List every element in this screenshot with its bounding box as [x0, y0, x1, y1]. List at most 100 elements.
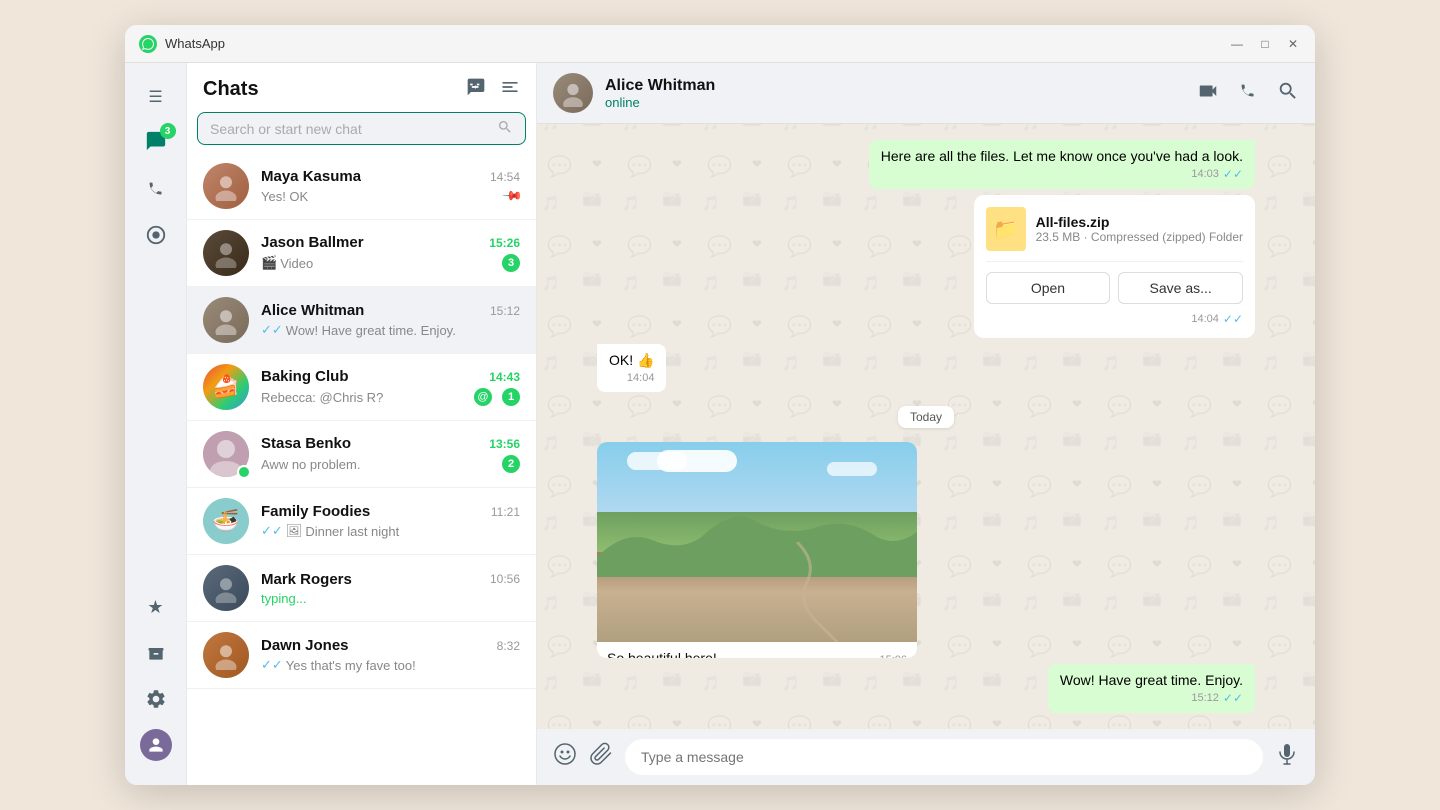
nav-item-status[interactable] — [136, 215, 176, 255]
window-controls: — □ ✕ — [1229, 36, 1301, 52]
chat-item-dawn[interactable]: Dawn Jones 8:32 ✓✓ Yes that's my fave to… — [187, 622, 536, 689]
emoji-button[interactable] — [553, 742, 577, 772]
chat-preview-maya: Yes! OK — [261, 189, 504, 204]
chat-name-family: Family Foodies — [261, 503, 370, 520]
msg-time-final: 15:12 — [1191, 692, 1219, 704]
message-text-final: Wow! Have great time. Enjoy. — [1060, 672, 1243, 688]
chat-list-header: Chats — [187, 63, 536, 112]
search-icon — [497, 119, 513, 138]
nav-item-starred[interactable]: ★ — [136, 587, 176, 627]
avatar-baking: 🍰 — [203, 364, 249, 410]
photo-message: So beautiful here! 15:06 ❤️ — [597, 442, 917, 658]
chat-name-alice: Alice Whitman — [261, 302, 364, 319]
file-msg-ticks: ✓✓ — [1223, 312, 1243, 326]
chat-header: Alice Whitman online — [537, 63, 1315, 124]
file-name: All-files.zip — [1036, 214, 1243, 230]
chat-item-maya[interactable]: Maya Kasuma 14:54 Yes! OK 📌 — [187, 153, 536, 220]
search-bar[interactable] — [197, 112, 526, 145]
chat-header-avatar[interactable] — [553, 73, 593, 113]
minimize-button[interactable]: — — [1229, 36, 1245, 52]
search-input[interactable] — [210, 121, 497, 137]
chat-item-jason[interactable]: Jason Ballmer 15:26 🎬 Video 3 — [187, 220, 536, 287]
chat-preview-family: ✓✓ 🖼 Dinner last night — [261, 523, 520, 539]
zip-file-icon: 📁 — [986, 207, 1026, 251]
chat-header-info: Alice Whitman online — [605, 77, 1197, 110]
chat-preview-jason: 🎬 Video — [261, 255, 496, 271]
unread-badge-stasa: 2 — [502, 455, 520, 473]
message-ok: OK! 👍 14:04 — [597, 344, 666, 392]
nav-item-menu[interactable]: ☰ — [136, 77, 176, 117]
chat-time-stasa: 13:56 — [489, 437, 520, 451]
nav-item-chats[interactable]: 3 — [136, 123, 176, 163]
chat-name-stasa: Stasa Benko — [261, 435, 351, 452]
chat-preview-text-stasa: Aww no problem. — [261, 457, 360, 472]
chat-time-dawn: 8:32 — [497, 639, 520, 653]
file-meta: 23.5 MB · Compressed (zipped) Folder — [1036, 230, 1243, 244]
chat-item-stasa[interactable]: Stasa Benko 13:56 Aww no problem. 2 — [187, 421, 536, 488]
nav-avatar[interactable] — [136, 725, 176, 765]
chat-info-jason: Jason Ballmer 15:26 🎬 Video 3 — [261, 234, 520, 272]
app-window: WhatsApp — □ ✕ ☰ 3 — [125, 25, 1315, 785]
message-input[interactable] — [625, 739, 1263, 775]
messages-area: Here are all the files. Let me know once… — [537, 124, 1315, 729]
search-chat-icon[interactable] — [1277, 80, 1299, 107]
avatar-maya — [203, 163, 249, 209]
chat-preview-mark: typing... — [261, 591, 520, 606]
close-button[interactable]: ✕ — [1285, 36, 1301, 52]
chat-item-mark[interactable]: Mark Rogers 10:56 typing... — [187, 555, 536, 622]
message-final: Wow! Have great time. Enjoy. 15:12 ✓✓ — [1048, 664, 1255, 713]
nav-item-settings[interactable] — [136, 679, 176, 719]
chat-preview-text-family: Dinner last night — [305, 524, 399, 539]
file-actions: Open Save as... — [986, 261, 1243, 304]
chat-name-mark: Mark Rogers — [261, 571, 352, 588]
nav-item-calls[interactable] — [136, 169, 176, 209]
avatar-jason — [203, 230, 249, 276]
ticks-dawn: ✓✓ — [261, 657, 283, 673]
chat-info-alice: Alice Whitman 15:12 ✓✓ Wow! Have great t… — [261, 302, 520, 338]
chat-preview-text-dawn: Yes that's my fave too! — [286, 658, 416, 673]
nav-item-archived[interactable] — [136, 633, 176, 673]
title-bar: WhatsApp — □ ✕ — [125, 25, 1315, 63]
chat-time-alice: 15:12 — [490, 304, 520, 318]
chat-item-baking[interactable]: 🍰 Baking Club 14:43 Rebecca: @Chris R? @ — [187, 354, 536, 421]
chat-item-alice[interactable]: Alice Whitman 15:12 ✓✓ Wow! Have great t… — [187, 287, 536, 354]
chat-input-bar — [537, 729, 1315, 785]
chat-time-maya: 14:54 — [490, 170, 520, 184]
voice-call-icon[interactable] — [1237, 80, 1259, 107]
save-file-button[interactable]: Save as... — [1118, 272, 1243, 304]
ticks-alice: ✓✓ — [261, 322, 283, 338]
maximize-button[interactable]: □ — [1257, 36, 1273, 52]
voice-message-button[interactable] — [1275, 742, 1299, 772]
chat-header-actions — [1197, 80, 1299, 107]
photo-caption-area: So beautiful here! 15:06 ❤️ — [597, 642, 917, 658]
pin-icon-maya: 📌 — [501, 185, 524, 208]
msg-ticks-1: ✓✓ — [1223, 167, 1243, 181]
file-icon-area: 📁 All-files.zip 23.5 MB · Compressed (zi… — [986, 207, 1243, 251]
avatar-dawn — [203, 632, 249, 678]
chat-preview-stasa: Aww no problem. — [261, 457, 496, 472]
message-text-1: Here are all the files. Let me know once… — [881, 148, 1243, 164]
msg-time-ok: 14:04 — [627, 372, 655, 384]
chat-preview-baking: Rebecca: @Chris R? — [261, 390, 470, 405]
filter-icon[interactable] — [500, 77, 520, 102]
avatar-family: 🍜 — [203, 498, 249, 544]
ticks-family: ✓✓ — [261, 523, 283, 539]
chat-preview-text-maya: Yes! OK — [261, 189, 308, 204]
chat-preview-text-baking: Rebecca: @Chris R? — [261, 390, 383, 405]
photo-time: 15:06 — [879, 654, 907, 658]
attach-button[interactable] — [589, 742, 613, 772]
mention-badge-baking: @ — [474, 388, 492, 406]
chat-name-maya: Maya Kasuma — [261, 168, 361, 185]
photo-image — [597, 442, 917, 642]
video-call-icon[interactable] — [1197, 80, 1219, 107]
new-chat-icon[interactable] — [466, 77, 486, 102]
app-body: ☰ 3 ★ — [125, 63, 1315, 785]
open-file-button[interactable]: Open — [986, 272, 1111, 304]
chat-info-stasa: Stasa Benko 13:56 Aww no problem. 2 — [261, 435, 520, 473]
file-message: 📁 All-files.zip 23.5 MB · Compressed (zi… — [974, 195, 1255, 338]
chat-item-family[interactable]: 🍜 Family Foodies 11:21 ✓✓ 🖼 Dinner last … — [187, 488, 536, 555]
chat-info-family: Family Foodies 11:21 ✓✓ 🖼 Dinner last ni… — [261, 503, 520, 539]
date-divider-text: Today — [898, 406, 954, 428]
chat-time-mark: 10:56 — [490, 572, 520, 586]
whatsapp-logo-icon — [139, 35, 157, 53]
